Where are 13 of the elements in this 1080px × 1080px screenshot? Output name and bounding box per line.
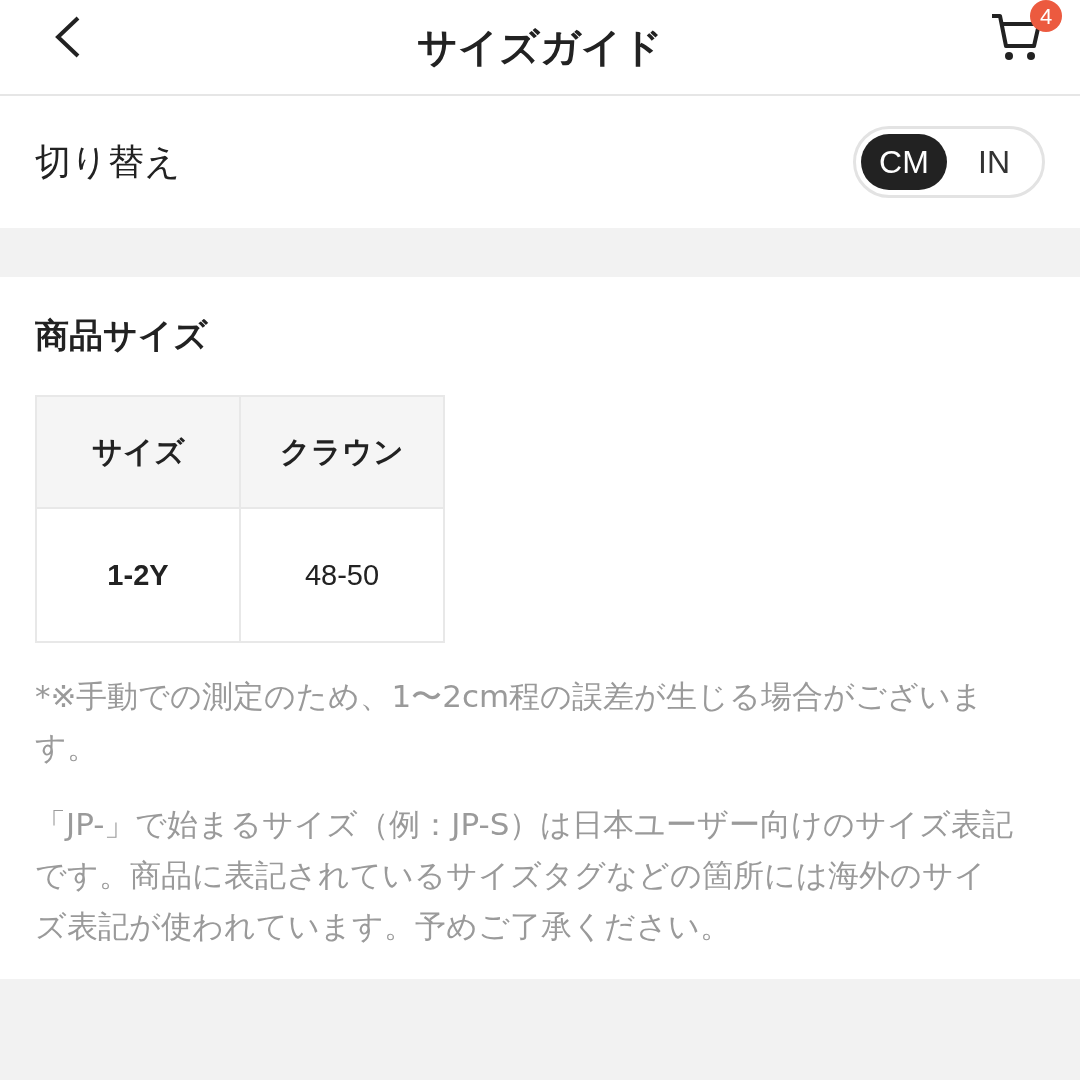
section-title: 商品サイズ bbox=[35, 314, 209, 357]
table-cell: 1-2Y bbox=[36, 508, 240, 642]
note-text: *※手動での測定のため、1〜2cm程の誤差が生じる場合がございます。 bbox=[35, 677, 985, 767]
unit-option[interactable]: IN bbox=[951, 134, 1037, 190]
page-title: サイズガイド bbox=[417, 22, 663, 72]
cart-icon[interactable] bbox=[990, 12, 1042, 62]
column-header: サイズ bbox=[36, 396, 240, 508]
column-header: クラウン bbox=[240, 396, 444, 508]
toggle-label: 切り替え bbox=[35, 139, 181, 184]
note-text: 「JP-」で始まるサイズ（例：JP-S）は日本ユーザー向けのサイズ表記です。商品に表記されているサイズタグなどの箇所には海外のサイズ表記が使われています。予めご了承ください。 bbox=[35, 805, 1015, 946]
table-cell: 48-50 bbox=[240, 508, 444, 642]
cart-badge: 4 bbox=[1030, 0, 1062, 32]
unit-option[interactable]: CM bbox=[861, 134, 947, 190]
